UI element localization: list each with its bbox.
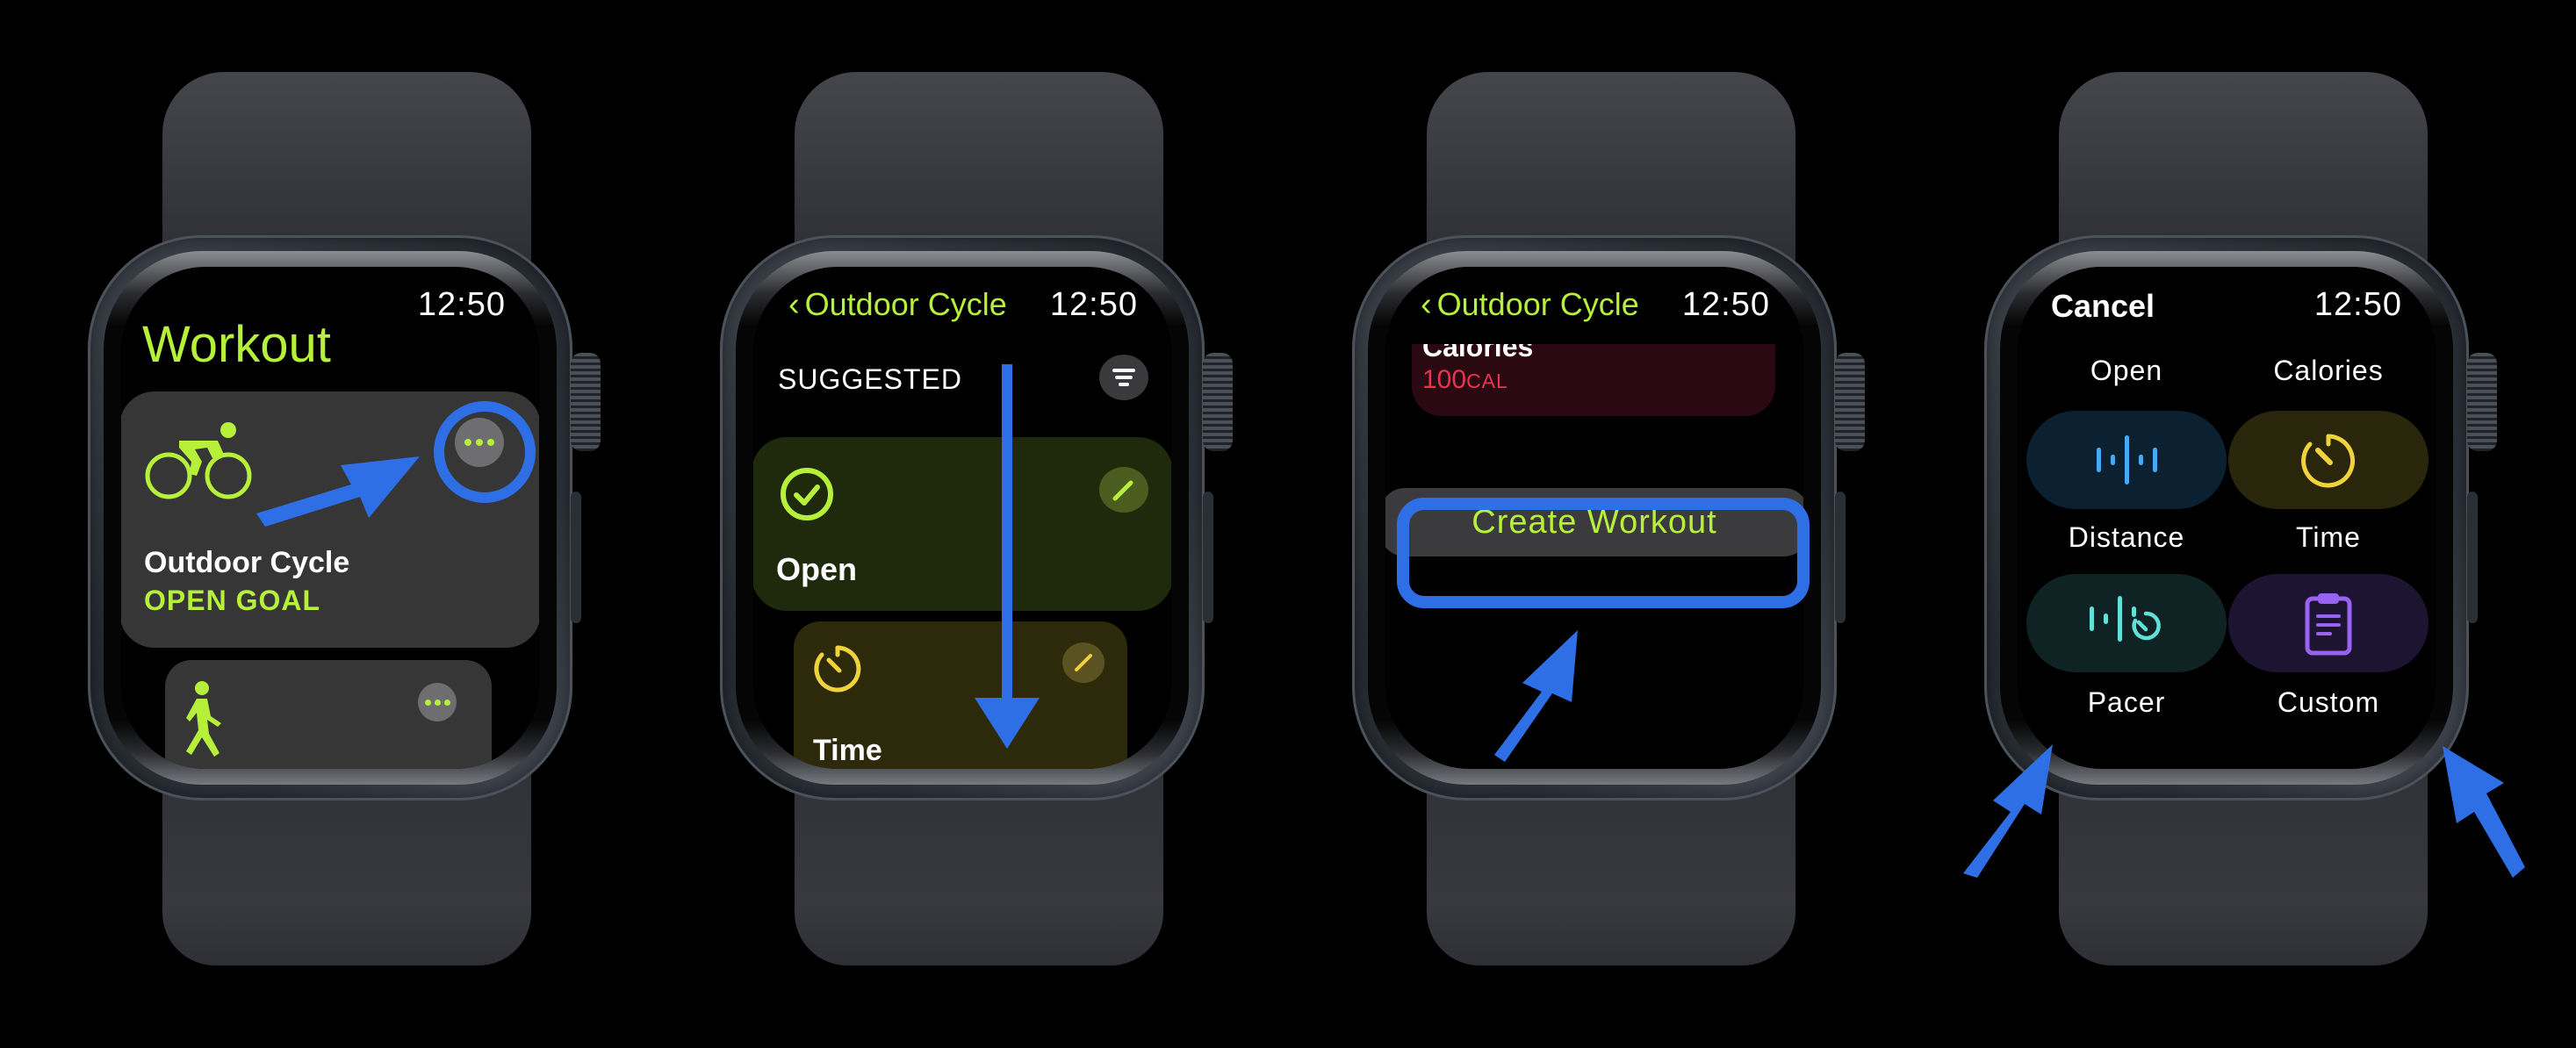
checkmark-circle-icon [781, 468, 833, 520]
status-time: 12:50 [1049, 286, 1138, 323]
back-button[interactable]: ‹ Outdoor Cycle [1421, 286, 1639, 324]
watch-3: Calories 100CAL ‹ Outdoor Cycle 12:50 Cre… [1264, 0, 1896, 1048]
watch-1: 12:50 Workout Outdoor Cycle OPEN GOAL [0, 0, 632, 1048]
ellipsis-icon [424, 699, 431, 706]
walking-icon [186, 681, 221, 757]
back-label: Outdoor Cycle [1436, 286, 1639, 322]
goal-card-value: 100CAL [1422, 365, 1508, 395]
cancel-button[interactable]: Cancel [2051, 288, 2155, 325]
goal-card-label: Open [776, 551, 858, 587]
goal-tile-label: Custom [2277, 686, 2380, 718]
status-time: 12:50 [2313, 286, 2402, 323]
calorie-value: 100 [1422, 365, 1467, 394]
filter-button[interactable] [1099, 355, 1148, 400]
goal-tile-label: Calories [2273, 355, 2384, 386]
filter-icon [1112, 369, 1135, 386]
goal-tile-label: Open [2090, 355, 2163, 386]
workout-card-walk[interactable] [165, 660, 492, 769]
create-workout-label: Create Workout [1471, 503, 1717, 541]
status-time: 12:50 [1681, 286, 1770, 323]
chevron-left-icon: ‹ [1421, 286, 1432, 323]
watch-screen: ‹ Outdoor Cycle 12:50 SUGGESTED Open Tim… [753, 267, 1171, 769]
goal-tile-time[interactable] [2228, 411, 2428, 509]
cycling-icon [145, 422, 252, 499]
digital-crown[interactable] [571, 353, 601, 451]
workout-card-outdoor-cycle[interactable]: Outdoor Cycle OPEN GOAL [121, 391, 539, 648]
side-button[interactable] [2467, 492, 2478, 623]
create-workout-button[interactable]: Create Workout [1385, 488, 1803, 556]
workout-goal: OPEN GOAL [144, 585, 321, 616]
distance-icon [2097, 435, 2157, 485]
edit-button[interactable] [1099, 467, 1148, 513]
goal-tile-label: Pacer [2087, 686, 2166, 718]
workout-name: Outdoor Cycle [144, 546, 350, 579]
goal-tile-pacer[interactable] [2026, 574, 2227, 672]
goal-card-time[interactable]: Time [794, 621, 1127, 769]
goal-tile-label: Distance [2068, 521, 2185, 553]
pencil-icon [1075, 654, 1092, 671]
watch-4: Cancel 12:50 Open Calories Distance Time [1896, 0, 2529, 1048]
watch-2: ‹ Outdoor Cycle 12:50 SUGGESTED Open Tim… [632, 0, 1264, 1048]
goal-tile-label: Time [2296, 521, 2361, 553]
ellipsis-icon [464, 439, 471, 446]
timer-icon [2301, 434, 2356, 488]
chevron-left-icon: ‹ [788, 286, 800, 323]
clipboard-icon [2305, 593, 2352, 656]
edit-button[interactable] [1062, 642, 1105, 683]
page-title: Workout [142, 316, 331, 373]
watch-screen: Calories 100CAL ‹ Outdoor Cycle 12:50 Cre… [1385, 267, 1803, 769]
section-header: SUGGESTED [778, 363, 962, 395]
back-button[interactable]: ‹ Outdoor Cycle [788, 286, 1007, 324]
digital-crown[interactable] [1203, 353, 1233, 451]
goal-tile-distance[interactable] [2026, 411, 2227, 509]
calorie-unit: CAL [1466, 370, 1508, 392]
pacer-icon [2090, 596, 2161, 642]
side-button[interactable] [571, 492, 581, 623]
digital-crown[interactable] [1835, 353, 1865, 451]
goal-tile-custom[interactable] [2228, 574, 2428, 672]
pencil-icon [1112, 480, 1133, 501]
goal-card-label: Time [813, 734, 882, 767]
watch-screen: Cancel 12:50 Open Calories Distance Time [2018, 267, 2436, 769]
goal-card-open[interactable]: Open [753, 437, 1171, 611]
digital-crown[interactable] [2467, 353, 2497, 451]
timer-icon [814, 645, 861, 693]
side-button[interactable] [1203, 492, 1213, 623]
back-label: Outdoor Cycle [804, 286, 1007, 322]
status-time: 12:50 [417, 286, 506, 323]
watch-screen: 12:50 Workout Outdoor Cycle OPEN GOAL [121, 267, 539, 769]
more-options-button[interactable] [455, 418, 504, 467]
more-options-button[interactable] [418, 683, 457, 721]
side-button[interactable] [1835, 492, 1846, 623]
